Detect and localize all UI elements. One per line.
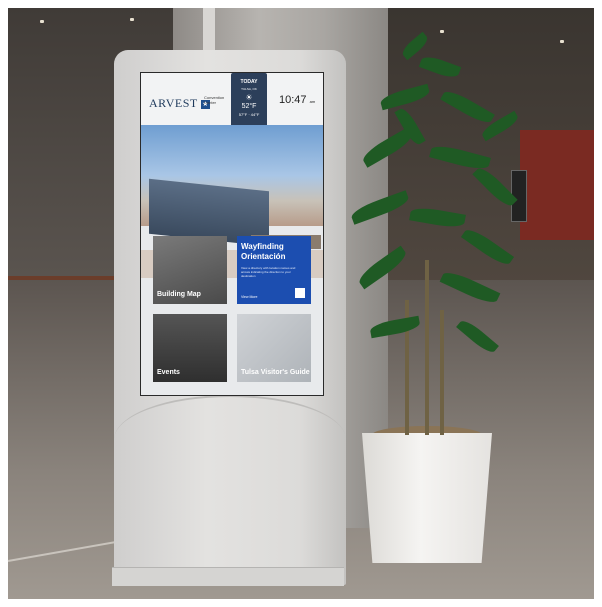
tile-description: View a directory with location names and… [241, 266, 296, 278]
ceiling-light [560, 40, 564, 43]
weather-temp: 52°F [241, 103, 257, 110]
weather-widget: TODAY TULSA, OK ☀ 52°F 57°F · 44°F [231, 73, 267, 129]
hallway-red-wall [520, 130, 594, 240]
sun-icon: ☀ [245, 93, 253, 102]
kiosk-base [112, 567, 344, 586]
logo-subtitle: Convention Center [204, 95, 225, 105]
clock-suffix: am [309, 99, 316, 104]
photo-scene: ARVEST ★ Convention Center TODAY TULSA, … [0, 0, 602, 607]
plant-trunk [440, 310, 444, 435]
plant-trunk [425, 260, 429, 435]
clock-time: 10:47 [279, 94, 307, 106]
qr-code-icon [295, 288, 305, 298]
tile-label: Events [157, 369, 180, 376]
tile-visitors-guide[interactable]: Tulsa Visitor's Guide [237, 314, 311, 382]
view-more-link[interactable]: View More [241, 295, 257, 299]
plant-pot [362, 433, 492, 563]
tile-label: Tulsa Visitor's Guide [241, 369, 310, 376]
tile-label: Building Map [157, 291, 201, 298]
weather-label: TODAY [240, 79, 258, 85]
ceiling-light [130, 18, 134, 21]
tile-wayfinding[interactable]: Wayfinding Orientación View a directory … [237, 236, 311, 304]
weather-location: TULSA, OK [241, 87, 257, 91]
tile-label: Wayfinding Orientación [241, 242, 286, 261]
hero-building-photo [141, 125, 323, 278]
weather-range: 57°F · 44°F [238, 112, 260, 117]
screen-header: ARVEST ★ Convention Center TODAY TULSA, … [141, 73, 323, 129]
tile-events[interactable]: Events [153, 314, 227, 382]
kiosk-screen: ARVEST ★ Convention Center TODAY TULSA, … [140, 72, 324, 396]
venue-logo: ARVEST ★ [149, 96, 210, 111]
ceiling-light [440, 30, 444, 33]
tile-building-map[interactable]: Building Map [153, 236, 227, 304]
ceiling-light [40, 20, 44, 23]
logo-word: ARVEST [149, 96, 198, 110]
kiosk-arc-detail [114, 395, 346, 507]
clock: 10:47 am [279, 94, 315, 106]
